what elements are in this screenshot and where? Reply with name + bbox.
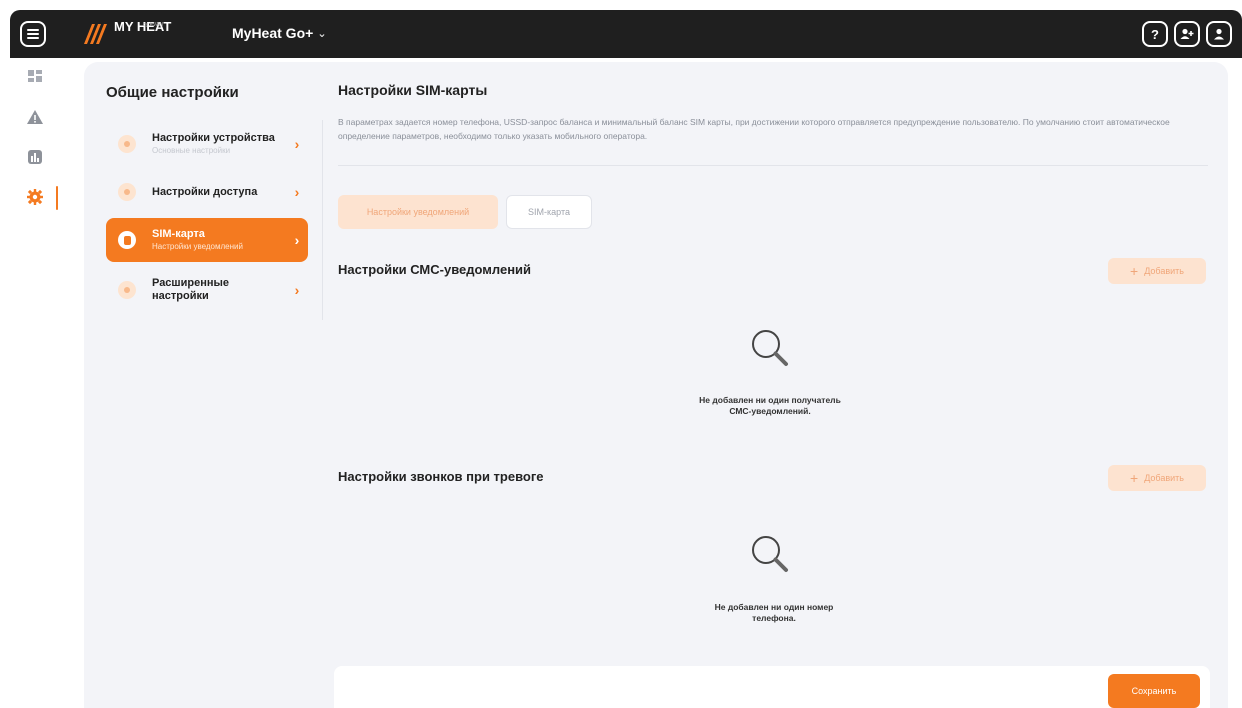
settings-nav-title: Общие настройки [106,84,239,101]
tab-sim-card[interactable]: SIM-карта [506,195,592,229]
chevron-right-icon: › [294,136,300,152]
footer-bar [334,666,1210,708]
device-name: MyHeat Go+ [232,25,314,41]
settings-nav-item-advanced[interactable]: Расширенные настройки › [106,268,308,312]
content-area: Общие настройки Настройки устройства Осн… [84,62,1228,708]
settings-nav-item-label: Настройки доступа [152,185,258,198]
left-rail [10,58,60,708]
add-sms-recipient-button[interactable]: + Добавить [1108,258,1206,284]
dashboard-icon[interactable] [26,68,44,86]
call-section-title: Настройки звонков при тревоге [338,469,544,484]
help-button[interactable]: ? [1142,21,1168,47]
chart-icon[interactable] [26,148,44,166]
add-phone-button[interactable]: + Добавить [1108,465,1206,491]
sms-empty-message: Не добавлен ни один получатель СМС-уведо… [670,395,870,417]
settings-nav-divider [322,120,323,320]
empty-message-line: Не добавлен ни один получатель [699,395,841,405]
add-user-icon [1180,28,1194,39]
empty-message-line: телефона. [752,613,796,623]
logo-small-text: by EVAN [143,22,163,28]
add-button-label: Добавить [1144,473,1184,483]
page-title: Настройки SIM-карты [338,82,488,98]
device-selector[interactable]: MyHeat Go+ ⌄ [232,25,327,41]
settings-nav-item-label: SIM-карта [152,228,205,240]
plus-icon: + [1130,263,1139,279]
search-empty-icon [752,536,788,572]
chevron-right-icon: › [294,184,300,200]
call-empty-message: Не добавлен ни один номер телефона. [674,602,874,624]
chevron-right-icon: › [294,232,300,248]
save-button[interactable]: Сохранить [1108,674,1200,708]
rail-active-indicator [56,186,58,210]
settings-nav-item-sub: Основные настройки [152,146,231,155]
page-description: В параметрах задается номер телефона, US… [338,117,1170,141]
sms-section-title: Настройки СМС-уведомлений [338,262,532,277]
add-button-label: Добавить [1144,266,1184,276]
chevron-right-icon: › [294,282,300,298]
chevron-down-icon: ⌄ [317,27,327,40]
divider [338,165,1208,166]
settings-nav-item-access[interactable]: Настройки доступа › [106,170,308,214]
gear-icon[interactable] [26,188,44,206]
menu-icon [27,29,39,39]
user-icon [1214,28,1224,40]
settings-nav-item-label: Настройки устройства [152,132,275,144]
sim-card-icon [118,231,136,249]
warning-icon[interactable] [26,108,44,126]
top-bar: MY HEAT by EVAN MyHeat Go+ ⌄ ? [10,10,1242,58]
settings-nav-item-sub: Настройки уведомлений [152,242,243,251]
settings-nav-item-sim[interactable]: SIM-карта Настройки уведомлений › [106,218,308,262]
top-right-actions: ? [1142,21,1232,47]
access-icon [118,183,136,201]
empty-message-line: СМС-уведомлений. [729,406,811,416]
settings-nav-item-device[interactable]: Настройки устройства Основные настройки … [106,122,308,166]
plus-icon: + [1130,470,1139,486]
search-empty-icon [752,330,788,366]
advanced-settings-icon [118,281,136,299]
tab-notifications[interactable]: Настройки уведомлений [338,195,498,229]
device-settings-icon [118,135,136,153]
add-user-button[interactable] [1174,21,1200,47]
menu-button[interactable] [20,21,46,47]
settings-nav-item-label: Расширенные настройки [152,277,229,302]
empty-message-line: Не добавлен ни один номер [714,602,834,612]
help-icon: ? [1151,26,1159,42]
profile-button[interactable] [1206,21,1232,47]
